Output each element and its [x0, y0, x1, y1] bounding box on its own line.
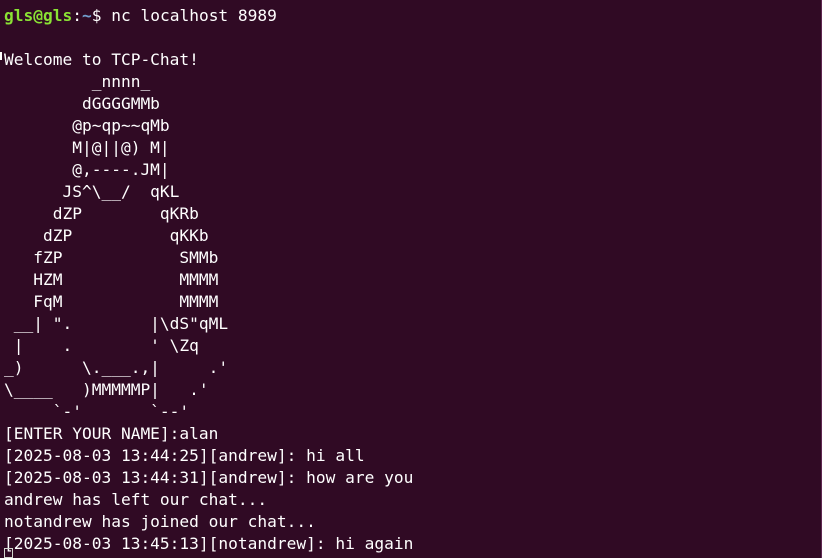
chat-status-message: notandrew has joined our chat... — [4, 512, 316, 531]
ascii-art-line: @p~qp~~qMb — [4, 116, 170, 135]
command-prompt-line: gls@gls:~$ nc localhost 8989 — [4, 5, 822, 27]
ascii-art-line: M|@||@) M| — [4, 138, 170, 157]
ascii-art-line: JS^\__/ qKL — [4, 182, 180, 201]
ascii-art-line: dGGGGMMb — [4, 94, 160, 113]
cursor-remnant — [0, 52, 2, 60]
command-text: nc localhost 8989 — [111, 6, 277, 25]
ascii-art-line: _) \.___.,| .' — [4, 358, 229, 377]
welcome-message: Welcome to TCP-Chat! — [4, 50, 199, 69]
ascii-art-line: | . ' \Zq — [4, 336, 199, 355]
chat-status-message: andrew has left our chat... — [4, 490, 268, 509]
ascii-art-line: \____ )MMMMMP| .' — [4, 380, 209, 399]
chat-message: [2025-08-03 13:44:31][andrew]: how are y… — [4, 468, 414, 487]
prompt-user-host: gls@gls — [4, 6, 73, 25]
terminal-window[interactable]: gls@gls:~$ nc localhost 8989 Welcome to … — [0, 0, 822, 558]
ascii-art-line: dZP qKKb — [4, 226, 209, 245]
chat-message: [2025-08-03 13:45:13][notandrew]: hi aga… — [4, 534, 414, 553]
chat-message: [2025-08-03 13:44:25][andrew]: hi all — [4, 446, 365, 465]
ascii-art-line: _nnnn_ — [4, 72, 151, 91]
name-entry-line: [ENTER YOUR NAME]:alan — [4, 424, 219, 443]
ascii-art-line: FqM MMMM — [4, 292, 219, 311]
prompt-symbol: $ — [91, 6, 112, 25]
terminal-cursor — [4, 548, 13, 558]
ascii-art-line: fZP SMMb — [4, 248, 219, 267]
ascii-art-line: @,----.JM| — [4, 160, 170, 179]
ascii-art-line: HZM MMMM — [4, 270, 219, 289]
ascii-art-line: `-' `--' — [4, 402, 190, 421]
prompt-path: ~ — [81, 6, 92, 25]
ascii-art-line: dZP qKRb — [4, 204, 199, 223]
prompt-separator: : — [72, 6, 82, 25]
ascii-art-line: __| ". |\dS"qML — [4, 314, 229, 333]
